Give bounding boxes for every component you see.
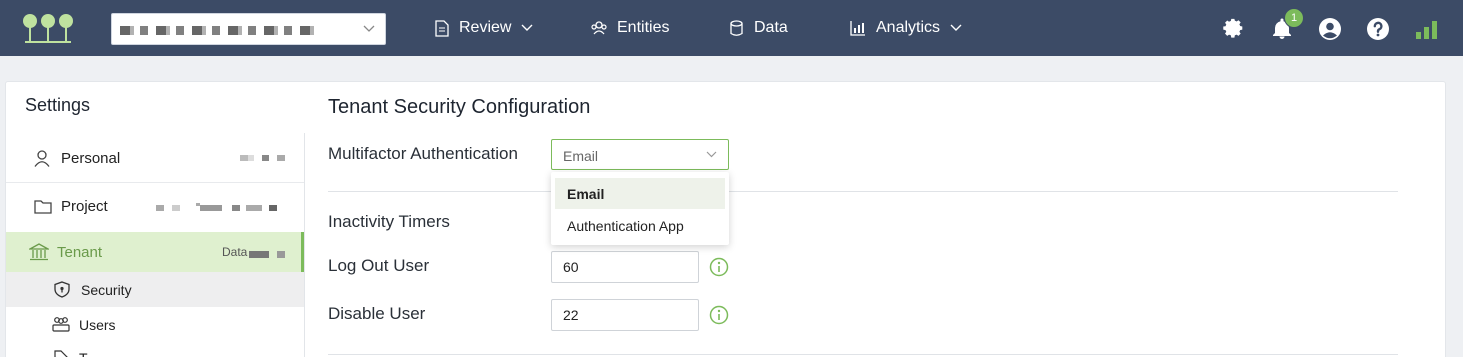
gear-icon[interactable] [1222,17,1246,41]
sidebar-item-label: Security [81,282,132,298]
logout-user-label: Log Out User [328,256,430,275]
sidebar-item-users[interactable]: Users [6,307,304,342]
nav-data-label: Data [754,19,788,36]
notification-badge: 1 [1284,8,1304,28]
mfa-option-authentication-app[interactable]: Authentication App [555,210,725,241]
nav-entities-label: Entities [617,19,670,36]
inactivity-timers-title: Inactivity Timers [328,212,450,231]
mfa-label: Multifactor Authentication [328,144,518,163]
chevron-down-icon [706,151,717,158]
nav-review[interactable]: Review [435,0,533,56]
redacted-info [249,251,285,258]
project-name-redacted [120,26,320,35]
divider [328,191,1398,192]
disable-user-input[interactable] [551,299,699,331]
settings-title: Settings [25,95,91,115]
database-icon [730,19,743,36]
nav-data[interactable]: Data [729,0,788,56]
help-icon[interactable] [1366,17,1390,41]
sidebar-divider [304,133,305,357]
sidebar-item-label: Users [79,317,116,333]
mfa-select[interactable]: Email [551,139,729,170]
divider [328,354,1398,355]
sidebar-item-project[interactable]: Project [6,188,304,226]
chevron-down-icon [363,25,375,32]
tag-icon [54,350,68,357]
sidebar-item-label: T [79,350,88,357]
users-icon [52,317,70,332]
tenant-suffix: Data [222,245,248,259]
shield-icon [54,281,70,298]
logout-user-input[interactable] [551,251,699,283]
nav-review-label: Review [459,19,512,36]
nav-analytics-label: Analytics [876,19,941,36]
user-icon [34,150,50,167]
folder-icon [34,200,52,214]
mfa-selected-value: Email [563,148,599,164]
nav-analytics[interactable]: Analytics [850,0,962,56]
info-icon[interactable] [709,257,729,277]
info-icon[interactable] [709,305,729,325]
sidebar-item-label: Tenant [57,244,103,261]
sidebar-item-label: Project [61,198,108,215]
user-circle-icon[interactable] [1318,17,1342,41]
nav-entities[interactable]: Entities [591,0,669,56]
sidebar-separator [6,182,304,183]
mfa-option-email[interactable]: Email [555,178,725,209]
mfa-dropdown-menu: Email Authentication App [551,172,729,245]
sidebar-item-personal[interactable]: Personal [6,140,304,178]
bank-icon [29,243,49,261]
sidebar-item-security[interactable]: Security [6,272,304,307]
project-selector[interactable] [111,13,386,45]
sidebar-item-tags[interactable]: T [6,342,304,357]
disable-user-label: Disable User [328,304,426,323]
bar-chart-icon [850,21,865,36]
sidebar-item-label: Personal [61,150,121,167]
redacted-info [156,203,277,211]
top-navbar: Review Entities Data Analytics 1 [0,0,1463,56]
document-icon [435,19,449,37]
signal-strength-icon[interactable] [1415,17,1439,41]
logo[interactable] [22,12,76,46]
chevron-down-icon [521,24,533,31]
page-title: Tenant Security Configuration [328,96,591,118]
sidebar-item-tenant[interactable]: Tenant Data [6,232,304,272]
entities-icon [591,21,607,35]
chevron-down-icon [950,24,962,31]
redacted-info [240,155,285,161]
